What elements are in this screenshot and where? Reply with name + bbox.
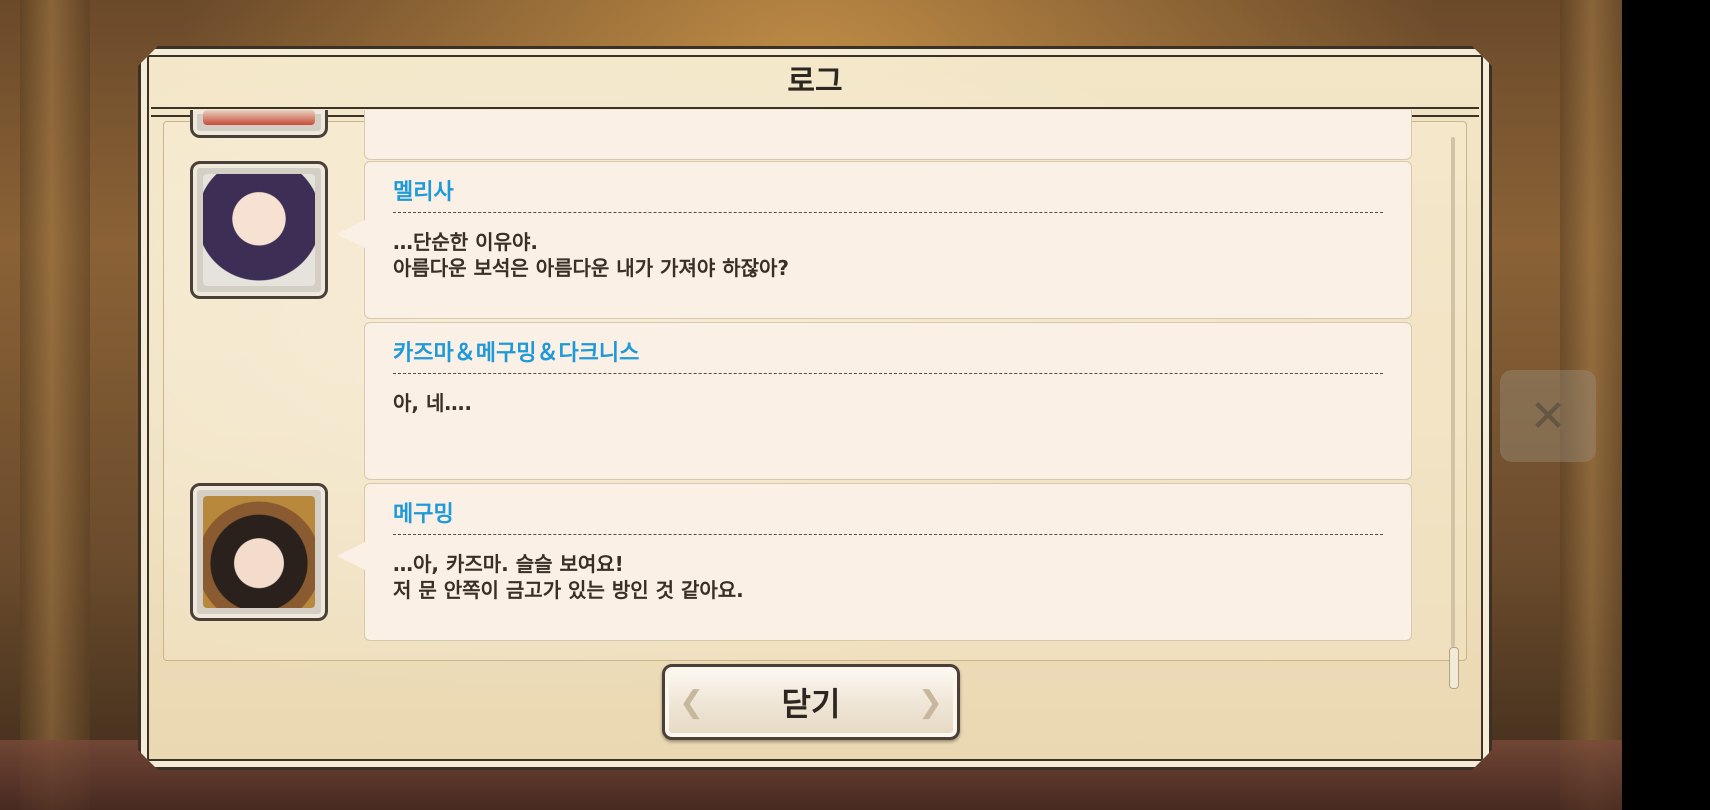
log-entry: 멜리사 …단순한 이유야. 아름다운 보석은 아름다운 내가 가져야 하잖아?: [337, 161, 1412, 319]
log-entry-partial: [364, 110, 1412, 160]
log-entry: 카즈마＆메구밍＆다크니스 아, 네….: [364, 322, 1412, 480]
avatar-megumin: [190, 483, 328, 621]
portrait-image: [203, 174, 315, 286]
log-entry: 메구밍 …아, 카즈마. 슬슬 보여요! 저 문 안쪽이 금고가 있는 방인 것…: [337, 483, 1412, 641]
portrait-image: [203, 110, 315, 125]
chevron-left-icon: ❮: [679, 685, 705, 720]
dialogue-line: 저 문 안쪽이 금고가 있는 방인 것 같아요.: [393, 578, 744, 602]
avatar-melissa: [190, 161, 328, 299]
dialogue-line: …단순한 이유야.: [393, 230, 538, 254]
speech-tail: [337, 542, 365, 570]
scrollbar-track[interactable]: [1451, 137, 1455, 647]
letterbox-bar: [1622, 0, 1710, 810]
dialog-title: 로그: [787, 64, 843, 99]
entry-divider: [393, 212, 1383, 213]
avatar-partial: [190, 110, 328, 138]
skip-icon[interactable]: ✕: [1500, 370, 1596, 462]
speaker-name: 카즈마＆메구밍＆다크니스: [393, 341, 640, 366]
chevron-right-icon: ❯: [917, 685, 943, 720]
scrollbar-thumb[interactable]: [1449, 647, 1459, 689]
dialogue-line: 아, 네….: [393, 391, 472, 415]
close-button[interactable]: ❮ 닫기 ❯: [662, 664, 960, 740]
entry-divider: [393, 534, 1383, 535]
background-pillar: [20, 0, 90, 810]
close-button-label: 닫기: [781, 685, 841, 723]
entry-divider: [393, 373, 1383, 374]
speaker-name: 멜리사: [393, 180, 454, 205]
portrait-image: [203, 496, 315, 608]
speaker-name: 메구밍: [393, 502, 454, 527]
dialogue-line: 아름다운 보석은 아름다운 내가 가져야 하잖아?: [393, 256, 790, 280]
dialogue-line: …아, 카즈마. 슬슬 보여요!: [393, 552, 624, 576]
speech-tail: [337, 220, 365, 248]
